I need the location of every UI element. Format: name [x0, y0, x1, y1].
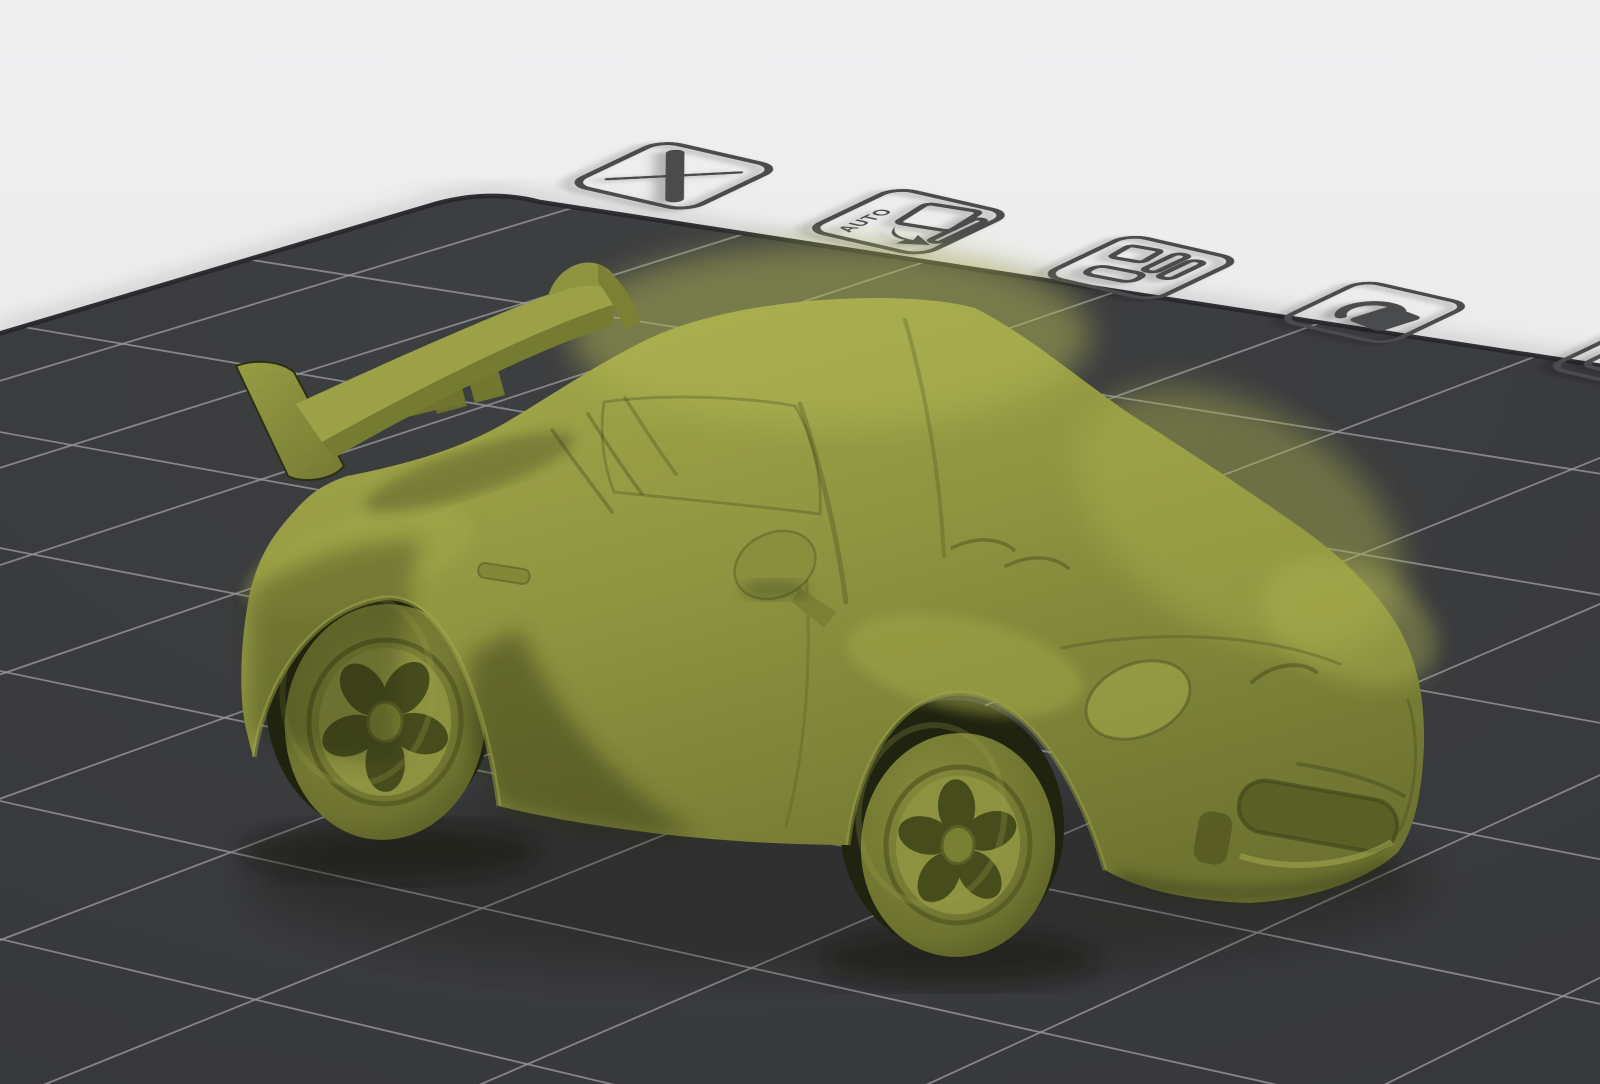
scene: AUTO: [0, 0, 1600, 1084]
slicer-3d-viewport: AUTO: [0, 0, 1600, 1084]
